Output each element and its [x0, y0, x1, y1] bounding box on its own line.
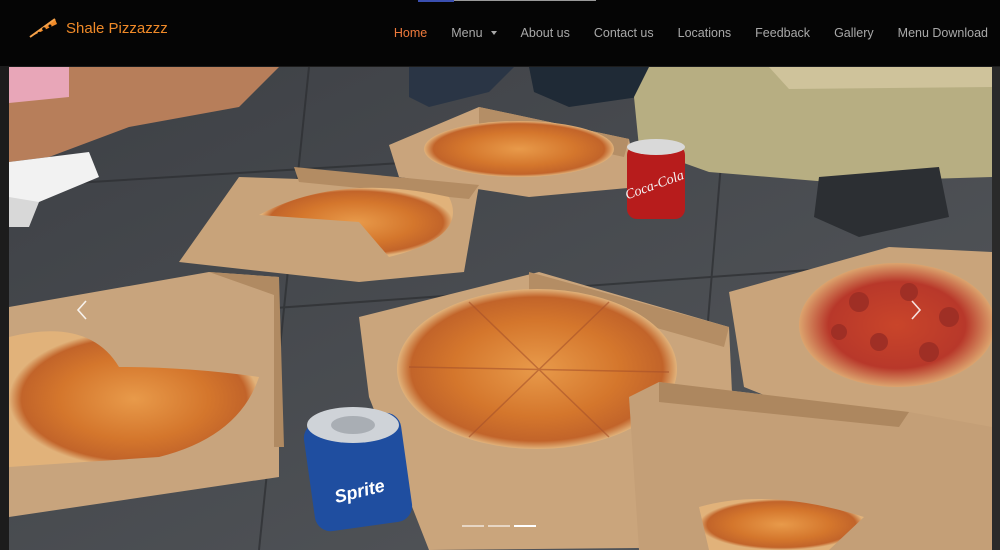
nav-item-label: About us [520, 26, 570, 40]
nav-item-contact-us[interactable]: Contact us [582, 0, 666, 66]
nav-item-about-us[interactable]: About us [509, 0, 582, 66]
pizza-boxes-on-floor-photo: Coca-Cola Sprite [9, 67, 992, 550]
carousel-indicator-1[interactable] [462, 525, 484, 527]
nav-item-menu[interactable]: Menu [439, 0, 508, 66]
caret-down-icon [490, 31, 497, 35]
nav-item-locations[interactable]: Locations [666, 0, 744, 66]
pizza-slice-icon [28, 16, 58, 40]
nav-item-menu-download[interactable]: Menu Download [886, 0, 1000, 66]
carousel-indicator-3[interactable] [514, 525, 536, 527]
nav-item-home[interactable]: Home [382, 0, 439, 66]
hero-carousel[interactable]: Coca-Cola Sprite [9, 67, 992, 550]
top-navbar: Shale Pizzazzz Home Menu About us Contact u… [0, 0, 1000, 66]
carousel-next-button[interactable] [901, 290, 931, 330]
chevron-right-icon [911, 300, 922, 320]
nav-item-feedback[interactable]: Feedback [743, 0, 822, 66]
chevron-left-icon [76, 300, 87, 320]
nav-item-gallery[interactable]: Gallery [822, 0, 886, 66]
main-nav: Home Menu About us Contact us Locations Feedb… [382, 0, 1000, 66]
brand-link[interactable]: Shale Pizzazzz [28, 14, 168, 42]
nav-item-label: Gallery [834, 26, 874, 40]
carousel-indicator-2[interactable] [488, 525, 510, 527]
nav-item-label: Home [393, 26, 428, 40]
nav-item-label: Locations [677, 26, 732, 40]
carousel-prev-button[interactable] [67, 290, 97, 330]
brand-name: Shale Pizzazzz [66, 19, 168, 37]
nav-item-label: Menu Download [897, 26, 988, 40]
scrollbar[interactable] [992, 67, 1000, 550]
nav-item-label: Menu [451, 26, 483, 40]
nav-item-label: Feedback [755, 26, 811, 40]
nav-item-label: Contact us [593, 26, 654, 40]
carousel-indicators [462, 525, 536, 527]
